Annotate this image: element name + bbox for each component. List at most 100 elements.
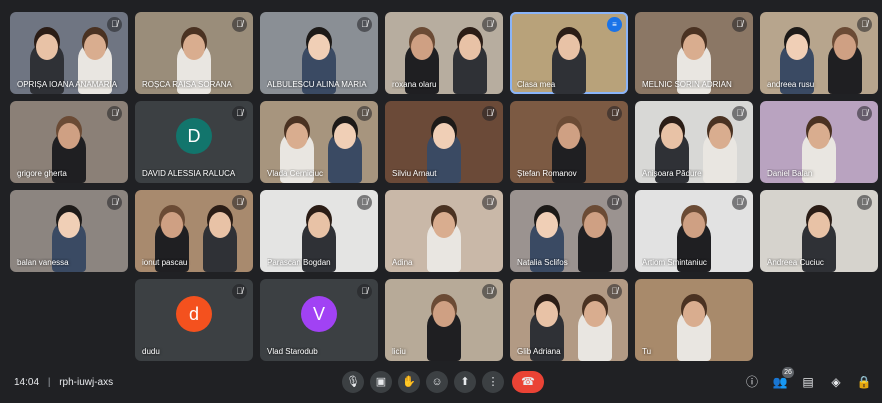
more-options-button[interactable]: ⋮ — [482, 371, 504, 393]
participant-name: OPRIȘA IOANA ANAMARIA — [17, 80, 118, 89]
person-head — [536, 212, 558, 238]
participant-name: ALBULESCU ALINA MARIA — [267, 80, 367, 89]
camera-button[interactable]: ▣ — [370, 371, 392, 393]
mic-muted-icon: 🎙̸ — [232, 106, 247, 121]
people-button[interactable]: 👥 26 — [770, 367, 794, 392]
mic-muted-icon: 🎙̸ — [482, 106, 497, 121]
present-button[interactable]: ⬆ — [454, 371, 476, 393]
person-head — [683, 212, 705, 238]
person-head — [433, 301, 455, 327]
participant-tile[interactable]: D 🎙̸ DAVID ALESSIA RALUCA — [135, 101, 253, 183]
participant-tile[interactable]: 🎙̸ ALBULESCU ALINA MARIA — [260, 12, 378, 94]
person-head — [536, 301, 558, 327]
participant-tile[interactable]: 🎙̸ Silviu Arnaut — [385, 101, 503, 183]
participant-tile[interactable]: 🎙̸ Vlada Cerniciuc — [260, 101, 378, 183]
participant-name: grigore gherta — [17, 169, 67, 178]
person-head — [558, 34, 580, 60]
participant-name: DAVID ALESSIA RALUCA — [142, 169, 236, 178]
mic-muted-icon: 🎙̸ — [732, 17, 747, 32]
microphone-button[interactable]: 🎙 — [342, 371, 364, 393]
participant-tile[interactable]: 🎙̸ Natalia Sclifos — [510, 190, 628, 272]
person-head — [183, 34, 205, 60]
participant-name: roxana olaru — [392, 80, 437, 89]
participant-tile[interactable]: d 🎙̸ dudu — [135, 279, 253, 361]
participant-name: Glib Adriana — [517, 347, 561, 356]
participant-tile[interactable]: 🎙̸ ROȘCA RAISA SORANA — [135, 12, 253, 94]
participant-name: MELNIC SORIN ADRIAN — [642, 80, 732, 89]
mic-muted-icon: 🎙̸ — [857, 106, 872, 121]
participant-name: andreea rusu — [767, 80, 815, 89]
mic-muted-icon: 🎙̸ — [732, 106, 747, 121]
person-head — [709, 123, 731, 149]
mic-muted-icon: 🎙̸ — [357, 106, 372, 121]
chat-button[interactable]: ▤ — [798, 372, 818, 392]
mic-muted-icon: 🎙̸ — [607, 106, 622, 121]
participant-name: Adina — [392, 258, 413, 267]
participant-tile[interactable]: 🎙̸ roxana olaru — [385, 12, 503, 94]
mic-muted-icon: 🎙̸ — [857, 17, 872, 32]
participant-tile[interactable]: 🎙̸ MELNIC SORIN ADRIAN — [635, 12, 753, 94]
mic-muted-icon: 🎙̸ — [857, 195, 872, 210]
mic-muted-icon: 🎙̸ — [232, 195, 247, 210]
host-controls-button[interactable]: 🔒 — [854, 372, 874, 392]
participant-name: Ștefan Romanov — [517, 169, 577, 178]
participant-tile[interactable]: 🎙̸ andreea rusu — [760, 12, 878, 94]
participant-tile[interactable]: 🎙̸ OPRIȘA IOANA ANAMARIA — [10, 12, 128, 94]
participant-tile[interactable]: 🎙̸ liciu — [385, 279, 503, 361]
participant-tile[interactable]: 🎙̸ Andreea Cuciuc — [760, 190, 878, 272]
person-head — [661, 123, 683, 149]
person-head — [459, 34, 481, 60]
meeting-details-button[interactable]: ⓘ — [742, 372, 762, 392]
participant-tile[interactable]: 🎙̸ balan vanessa — [10, 190, 128, 272]
participant-count-badge: 26 — [782, 367, 794, 378]
person-head — [58, 123, 80, 149]
emoji-button[interactable]: ☺ — [426, 371, 448, 393]
participant-name: Andreea Cuciuc — [767, 258, 824, 267]
person-head — [411, 34, 433, 60]
person-head — [209, 212, 231, 238]
participant-name: liciu — [392, 347, 406, 356]
participant-tile[interactable]: 🎙̸ Daniel Balan — [760, 101, 878, 183]
person-head — [433, 212, 455, 238]
mic-muted-icon: 🎙̸ — [607, 284, 622, 299]
participant-name: Natalia Sclifos — [517, 258, 568, 267]
participant-avatar: D — [176, 118, 212, 154]
participant-tile[interactable]: 🎙̸ Glib Adriana — [510, 279, 628, 361]
person-head — [786, 34, 808, 60]
person-head — [433, 123, 455, 149]
participant-tile[interactable]: Tu — [635, 279, 753, 361]
meeting-info: 14:04 | rph-iuwj-axs — [14, 377, 113, 388]
participant-name: Clasa mea — [517, 80, 556, 89]
participant-name: Anișoara Pădure — [642, 169, 702, 178]
person-head — [834, 34, 856, 60]
participant-tile[interactable]: 🎙̸ Ștefan Romanov — [510, 101, 628, 183]
bottom-toolbar: 14:04 | rph-iuwj-axs 🎙 ▣ ✋ ☺ ⬆ ⋮ ☎ ⓘ 👥 26 ▤ ◈ 🔒 — [0, 363, 882, 403]
mic-muted-icon: 🎙̸ — [107, 106, 122, 121]
clock: 14:04 — [14, 377, 40, 388]
participant-tile[interactable]: 🎙̸ Parascan Bogdan — [260, 190, 378, 272]
mic-muted-icon: 🎙̸ — [482, 17, 497, 32]
person-head — [808, 123, 830, 149]
participant-tile[interactable]: 🎙̸ Anișoara Pădure — [635, 101, 753, 183]
participant-tile[interactable]: 🎙̸ Adina — [385, 190, 503, 272]
raise-hand-button[interactable]: ✋ — [398, 371, 420, 393]
participant-tile[interactable]: 🎙̸ ionut pascau — [135, 190, 253, 272]
mic-muted-icon: 🎙̸ — [232, 284, 247, 299]
activities-button[interactable]: ◈ — [826, 372, 846, 392]
leave-call-button[interactable]: ☎ — [512, 371, 544, 393]
participant-tile[interactable]: ≡ Clasa mea — [510, 12, 628, 94]
mic-muted-icon: 🎙̸ — [357, 17, 372, 32]
person-head — [36, 34, 58, 60]
person-head — [584, 301, 606, 327]
participant-name: Tu — [642, 347, 652, 356]
participant-name: ionut pascau — [142, 258, 188, 267]
person-head — [58, 212, 80, 238]
mic-muted-icon: 🎙̸ — [107, 195, 122, 210]
separator: | — [47, 377, 51, 388]
participant-avatar: V — [301, 296, 337, 332]
participant-tile[interactable]: V 🎙̸ Vlad Starodub — [260, 279, 378, 361]
participant-name: ROȘCA RAISA SORANA — [142, 80, 232, 89]
participant-tile[interactable]: 🎙̸ Artiom Smintaniuc — [635, 190, 753, 272]
person-head — [84, 34, 106, 60]
participant-tile[interactable]: 🎙̸ grigore gherta — [10, 101, 128, 183]
